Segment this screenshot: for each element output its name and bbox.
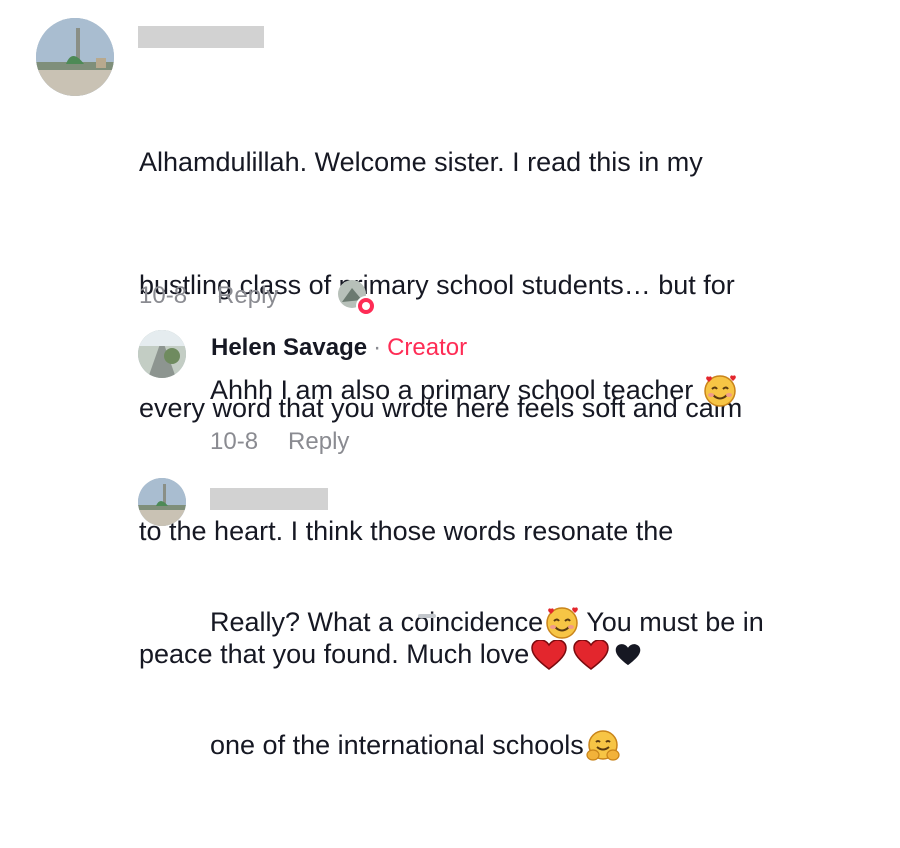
comment-line: Alhamdulillah. Welcome sister. I read th… bbox=[139, 147, 703, 177]
mosque-dome-avatar-icon bbox=[138, 478, 186, 526]
reply-line: one of the international schools bbox=[210, 725, 890, 766]
reply-text-part: You must be in bbox=[579, 607, 764, 637]
reply-avatar[interactable] bbox=[138, 330, 186, 378]
reply-text-part: Really? What a coincidence bbox=[210, 607, 544, 637]
creator-liked-indicator[interactable] bbox=[338, 280, 378, 316]
partial-avatar-edge bbox=[418, 614, 436, 618]
comment-thread-root: Alhamdulillah. Welcome sister. I read th… bbox=[0, 0, 900, 670]
comment-meta: 10-8 Reply bbox=[139, 280, 278, 312]
creator-badge: Creator bbox=[387, 334, 468, 361]
reply-meta: 10-8 Reply bbox=[210, 426, 349, 458]
hugging-face-icon bbox=[586, 729, 620, 761]
heart-badge-icon bbox=[356, 296, 376, 316]
user-reply: Really? What a coincidence You must be i… bbox=[0, 470, 900, 761]
mosque-dome-avatar-icon bbox=[36, 18, 114, 96]
reply-date: 10-8 bbox=[210, 428, 259, 455]
reply-text-part: one of the international schools bbox=[210, 730, 584, 760]
reply-button[interactable]: Reply bbox=[217, 282, 278, 310]
username-redacted bbox=[210, 488, 328, 510]
road-avatar-icon bbox=[138, 330, 186, 378]
reply-avatar[interactable] bbox=[138, 478, 186, 526]
reply-author-line: Helen Savage · Creator bbox=[211, 332, 467, 364]
commenter-avatar[interactable] bbox=[36, 18, 114, 96]
author-name[interactable]: Helen Savage bbox=[211, 334, 367, 362]
reply-text-content: Ahhh I am also a primary school teacher bbox=[210, 375, 694, 405]
reply-text: Really? What a coincidence You must be i… bbox=[210, 520, 890, 848]
smiling-face-with-hearts-icon bbox=[704, 374, 737, 407]
reply-button[interactable]: Reply bbox=[288, 428, 349, 456]
creator-reply: Helen Savage · Creator Ahhh I am also a … bbox=[0, 320, 900, 470]
comment-date: 10-8 bbox=[139, 282, 188, 309]
separator-dot: · bbox=[373, 334, 382, 361]
smiling-face-with-hearts-icon bbox=[546, 606, 579, 639]
reply-line: Really? What a coincidence You must be i… bbox=[210, 602, 890, 643]
reply-text: Ahhh I am also a primary school teacher bbox=[210, 370, 890, 411]
username-redacted bbox=[138, 26, 264, 48]
